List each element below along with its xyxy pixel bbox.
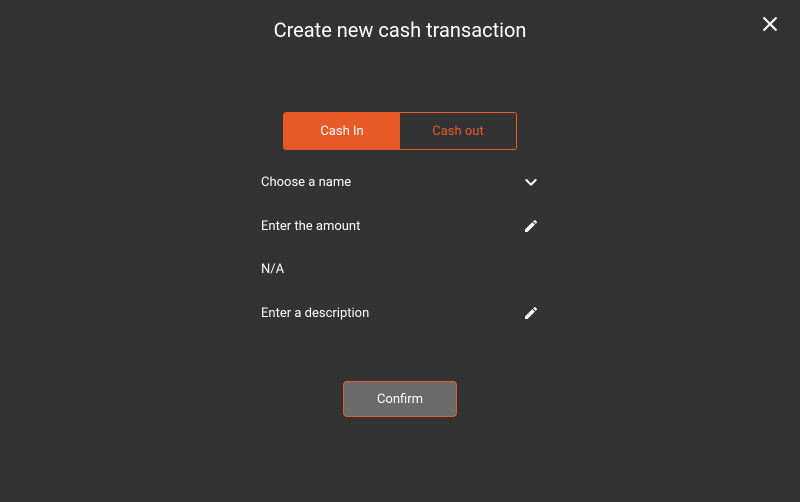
tab-cash-in[interactable]: Cash In	[284, 113, 400, 149]
modal-content: Cash In Cash out Choose a name Enter the…	[0, 112, 800, 417]
pencil-icon	[523, 305, 539, 321]
field-description-label: Enter a description	[261, 306, 369, 321]
field-description[interactable]: Enter a description	[261, 305, 539, 321]
pencil-icon	[523, 218, 539, 234]
transaction-type-tabs: Cash In Cash out	[283, 112, 517, 150]
modal-title: Create new cash transaction	[0, 18, 800, 42]
field-amount-label: Enter the amount	[261, 219, 360, 234]
close-button[interactable]	[758, 14, 782, 38]
field-na: N/A	[261, 262, 539, 277]
tab-cash-out[interactable]: Cash out	[400, 113, 516, 149]
modal: Create new cash transaction Cash In Cash…	[0, 0, 800, 502]
close-icon	[760, 14, 780, 38]
chevron-down-icon	[523, 174, 539, 190]
field-na-label: N/A	[261, 262, 284, 277]
field-name-label: Choose a name	[261, 175, 351, 190]
field-amount[interactable]: Enter the amount	[261, 218, 539, 234]
field-name[interactable]: Choose a name	[261, 174, 539, 190]
confirm-button[interactable]: Confirm	[343, 381, 457, 417]
fields: Choose a name Enter the amount N/A	[261, 174, 539, 321]
